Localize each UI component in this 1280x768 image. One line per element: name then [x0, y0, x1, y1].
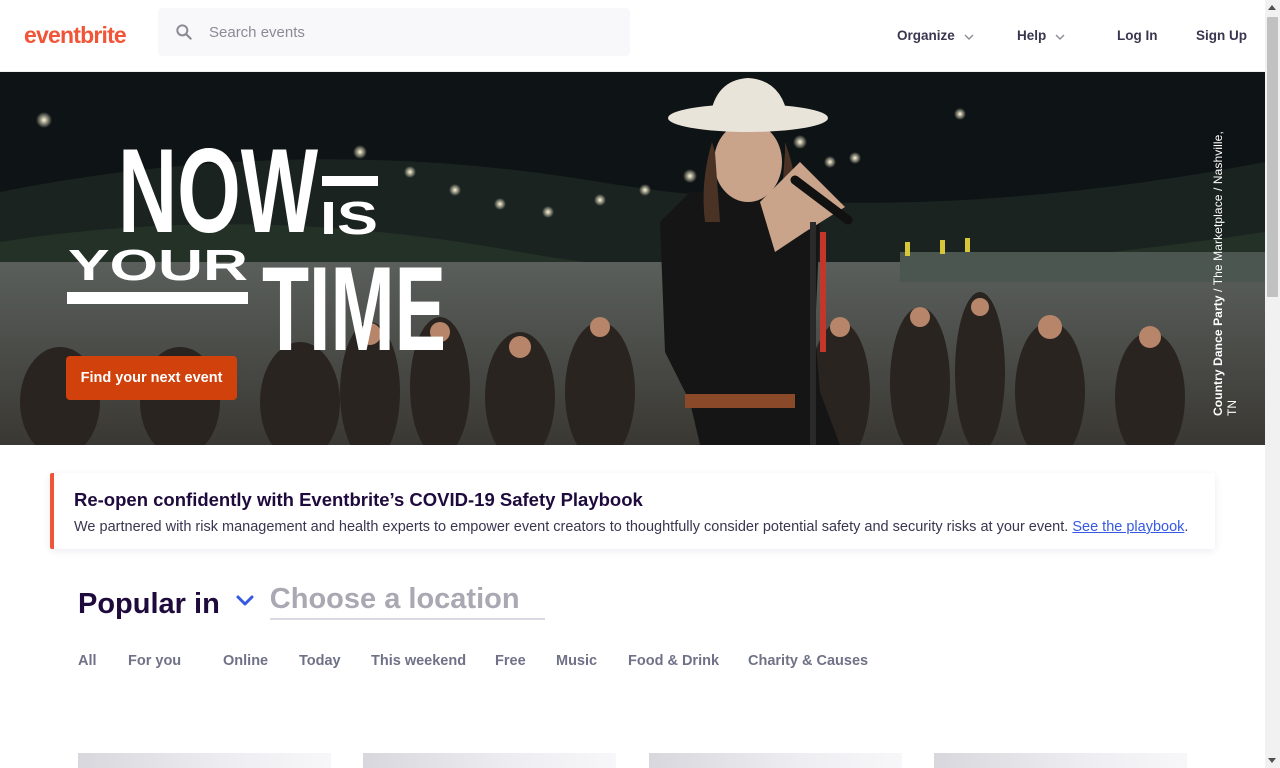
eventbrite-logo[interactable]: eventbrite	[24, 22, 127, 49]
event-card-image[interactable]	[363, 753, 616, 768]
tab-food-drink[interactable]: Food & Drink	[628, 653, 719, 669]
event-card-image[interactable]	[78, 753, 331, 768]
tab-all[interactable]: All	[78, 653, 97, 669]
event-card-image[interactable]	[934, 753, 1187, 768]
organize-label: Organize	[897, 28, 955, 43]
tab-online[interactable]: Online	[223, 653, 268, 669]
covid-card-title: Re-open confidently with Eventbrite’s CO…	[74, 489, 643, 510]
tab-music[interactable]: Music	[556, 653, 597, 669]
tab-for-you[interactable]: For you	[128, 653, 181, 669]
scrollbar-thumb[interactable]	[1267, 17, 1278, 297]
hero-headline-now: NOW	[118, 124, 319, 258]
popular-in-label: Popular in	[78, 588, 220, 620]
scroll-up-arrow-icon[interactable]	[1268, 5, 1276, 10]
covid-card-body: We partnered with risk management and he…	[74, 519, 1073, 535]
login-link[interactable]: Log In	[1117, 28, 1158, 43]
covid-card-text: We partnered with risk management and he…	[74, 519, 1188, 535]
tab-this-weekend[interactable]: This weekend	[371, 653, 466, 669]
hero-banner: NOW IS YOUR TIME Country Dance Party / T…	[0, 72, 1265, 445]
help-menu[interactable]: Help	[1017, 28, 1066, 43]
hero-headline-time: TIME	[262, 242, 446, 376]
page: eventbrite Organize Help Log In Sign Up	[0, 0, 1280, 768]
event-card-image[interactable]	[649, 753, 902, 768]
scroll-down-arrow-icon[interactable]	[1268, 758, 1276, 763]
search-bar[interactable]	[158, 8, 630, 56]
popular-in-section: Popular in	[78, 582, 545, 621]
search-input[interactable]	[209, 23, 609, 41]
help-label: Help	[1017, 28, 1047, 43]
covid-card-period: .	[1184, 519, 1189, 535]
hero-headline-is: IS	[320, 192, 378, 244]
location-input[interactable]	[269, 583, 545, 620]
find-next-event-button[interactable]: Find your next event	[66, 356, 237, 400]
tab-today[interactable]: Today	[299, 653, 341, 669]
tab-free[interactable]: Free	[495, 653, 526, 669]
tab-charity-causes[interactable]: Charity & Causes	[748, 653, 868, 669]
signup-link[interactable]: Sign Up	[1196, 28, 1247, 43]
see-playbook-link[interactable]: See the playbook	[1072, 519, 1184, 535]
top-header: eventbrite Organize Help Log In Sign Up	[0, 0, 1265, 72]
chevron-down-icon	[964, 34, 974, 40]
caption-event: Country Dance Party	[1211, 295, 1225, 416]
covid-safety-card: Re-open confidently with Eventbrite’s CO…	[50, 473, 1215, 549]
organize-menu[interactable]: Organize	[897, 28, 975, 43]
chevron-down-icon[interactable]	[234, 590, 256, 612]
chevron-down-icon	[1055, 34, 1065, 40]
hero-headline-your: YOUR	[68, 241, 248, 290]
search-icon	[176, 24, 192, 40]
hero-photo-caption: Country Dance Party / The Marketplace / …	[1211, 116, 1239, 416]
page-scrollbar[interactable]	[1265, 0, 1280, 768]
